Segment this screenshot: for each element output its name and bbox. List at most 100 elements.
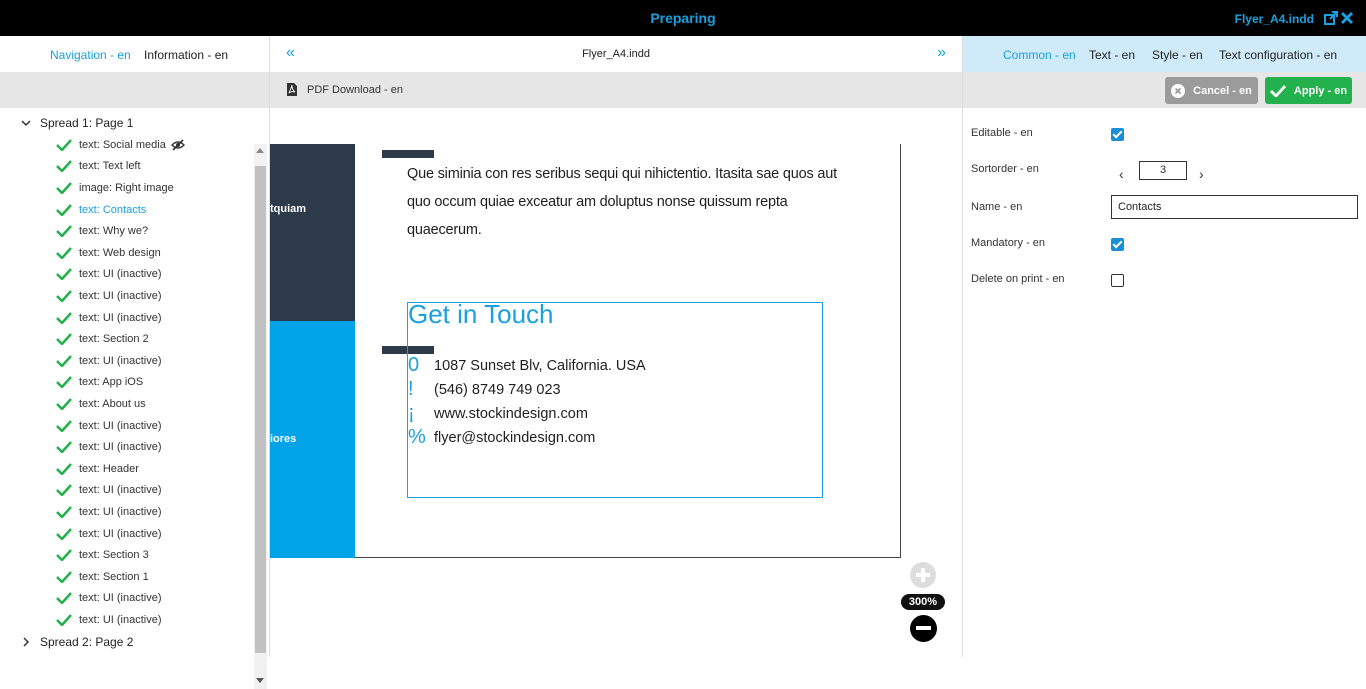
tree-item[interactable]: text: Section 2 — [56, 329, 149, 349]
check-icon — [56, 506, 72, 518]
check-icon — [56, 204, 72, 216]
tree-item[interactable]: text: Why we? — [56, 221, 148, 241]
spread-1-node[interactable]: Spread 1: Page 1 — [20, 113, 133, 133]
scroll-up-arrow[interactable] — [256, 148, 264, 153]
contact-line: (546) 8749 749 023 — [434, 382, 561, 398]
delete-on-print-checkbox[interactable] — [1111, 274, 1124, 287]
tree-item-label: text: UI (inactive) — [79, 420, 162, 432]
mail-glyph: % — [408, 426, 426, 448]
tree-item-label: text: UI (inactive) — [79, 484, 162, 496]
tab-common[interactable]: Common - en — [1003, 48, 1076, 62]
tree-item[interactable]: text: UI (inactive) — [56, 437, 162, 457]
scroll-down-arrow[interactable] — [256, 678, 264, 683]
tree-item-label: image: Right image — [79, 182, 174, 194]
check-icon — [56, 592, 72, 604]
tree-item[interactable]: text: UI (inactive) — [56, 480, 162, 500]
tree-item-label: text: UI (inactive) — [79, 506, 162, 518]
editable-label: Editable - en — [971, 127, 1033, 139]
preview-panel: « Flyer_A4.indd » PDF Download - en tqui… — [270, 36, 962, 657]
document-page: tquiam iores Que siminia con res seribus… — [270, 144, 901, 558]
blue-side-strip: iores — [270, 321, 355, 558]
check-icon — [56, 247, 72, 259]
tab-text[interactable]: Text - en — [1089, 48, 1135, 62]
tree-item[interactable]: text: About us — [56, 394, 146, 414]
sortorder-decrement-icon[interactable]: ‹ — [1119, 166, 1124, 182]
check-icon — [56, 441, 72, 453]
tree-item[interactable]: text: App iOS — [56, 372, 143, 392]
body-paragraph[interactable]: Que siminia con res seribus sequi qui ni… — [407, 160, 837, 244]
check-icon — [56, 160, 72, 172]
tree-item-selected[interactable]: text: Contacts — [56, 200, 146, 220]
tree-item[interactable]: text: UI (inactive) — [56, 416, 162, 436]
left-panel: Navigation - en Information - en Spread … — [0, 36, 270, 689]
left-toolbar — [0, 72, 269, 108]
tree-item[interactable]: text: UI (inactive) — [56, 524, 162, 544]
tree-item[interactable]: text: UI (inactive) — [56, 351, 162, 371]
scroll-thumb[interactable] — [255, 166, 266, 653]
dark-side-strip: tquiam — [270, 144, 355, 321]
contact-line: flyer@stockindesign.com — [434, 430, 596, 446]
tree-item-label: text: Section 2 — [79, 333, 149, 345]
tab-information[interactable]: Information - en — [144, 48, 228, 62]
preview-toolbar: PDF Download - en — [270, 72, 962, 108]
check-icon — [1269, 84, 1286, 97]
contacts-text-frame[interactable]: Get in Touch 0 ! ¡ % 1087 Sunset Blv, Ca… — [407, 299, 823, 498]
properties-panel: Common - en Text - en Style - en Text co… — [962, 36, 1366, 657]
spread-2-node[interactable]: Spread 2: Page 2 — [20, 632, 133, 652]
sortorder-increment-icon[interactable]: › — [1199, 166, 1204, 182]
cancel-button[interactable]: Cancel - en — [1165, 77, 1258, 104]
tree-scrollbar[interactable] — [254, 144, 267, 689]
tree-item[interactable]: image: Right image — [56, 178, 174, 198]
zoom-in-button[interactable] — [910, 562, 936, 588]
chevron-right-icon[interactable] — [20, 636, 32, 648]
preview-header: « Flyer_A4.indd » — [270, 36, 962, 72]
mandatory-label: Mandatory - en — [971, 237, 1045, 249]
check-icon — [56, 484, 72, 496]
check-icon — [56, 614, 72, 626]
sortorder-input[interactable]: 3 — [1139, 161, 1187, 180]
check-icon — [56, 420, 72, 432]
tree-item[interactable]: text: Web design — [56, 243, 161, 263]
tree-item-label: text: Social media — [79, 139, 166, 151]
address-glyph: ! — [408, 378, 414, 400]
apply-button[interactable]: Apply - en — [1265, 77, 1352, 104]
tree-item[interactable]: text: Section 1 — [56, 567, 149, 587]
name-label: Name - en — [971, 201, 1023, 213]
open-external-icon[interactable] — [1324, 11, 1338, 25]
tree-item[interactable]: text: Social media — [56, 135, 185, 155]
tree-item[interactable]: text: UI (inactive) — [56, 610, 162, 630]
properties-actions: Cancel - en Apply - en — [963, 72, 1366, 108]
next-page-icon[interactable]: » — [937, 44, 946, 62]
tree-item[interactable]: text: Section 3 — [56, 545, 149, 565]
tree-item-label: text: UI (inactive) — [79, 614, 162, 626]
tree-item[interactable]: text: UI (inactive) — [56, 502, 162, 522]
check-icon — [56, 333, 72, 345]
name-field[interactable]: Contacts — [1111, 195, 1358, 219]
zoom-out-button[interactable] — [910, 615, 937, 642]
tab-text-configuration[interactable]: Text configuration - en — [1219, 48, 1337, 62]
tree-item-label: text: Why we? — [79, 225, 149, 237]
decor-bar — [382, 150, 434, 158]
tab-style[interactable]: Style - en — [1152, 48, 1203, 62]
close-icon[interactable] — [1340, 11, 1354, 25]
document-canvas[interactable]: tquiam iores Que siminia con res seribus… — [270, 108, 962, 657]
document-filename-link[interactable]: Flyer_A4.indd — [1235, 12, 1314, 26]
tree-item[interactable]: text: UI (inactive) — [56, 286, 162, 306]
check-icon — [56, 376, 72, 388]
contact-line: 1087 Sunset Blv, California. USA — [434, 358, 646, 374]
tree-item[interactable]: text: UI (inactive) — [56, 308, 162, 328]
eye-off-icon[interactable] — [170, 139, 185, 151]
check-icon — [56, 549, 72, 561]
tree-item[interactable]: text: UI (inactive) — [56, 588, 162, 608]
tab-navigation[interactable]: Navigation - en — [50, 48, 131, 62]
editable-checkbox[interactable] — [1111, 128, 1124, 141]
chevron-down-icon[interactable] — [20, 117, 32, 129]
mandatory-checkbox[interactable] — [1111, 238, 1124, 251]
tree-item-label: text: UI (inactive) — [79, 592, 162, 604]
contact-line: www.stockindesign.com — [434, 406, 588, 422]
tree-item[interactable]: text: UI (inactive) — [56, 264, 162, 284]
blue-strip-text: iores — [270, 433, 297, 445]
pdf-download-button[interactable]: PDF Download - en — [286, 82, 403, 97]
tree-item[interactable]: text: Text left — [56, 156, 141, 176]
tree-item[interactable]: text: Header — [56, 459, 139, 479]
